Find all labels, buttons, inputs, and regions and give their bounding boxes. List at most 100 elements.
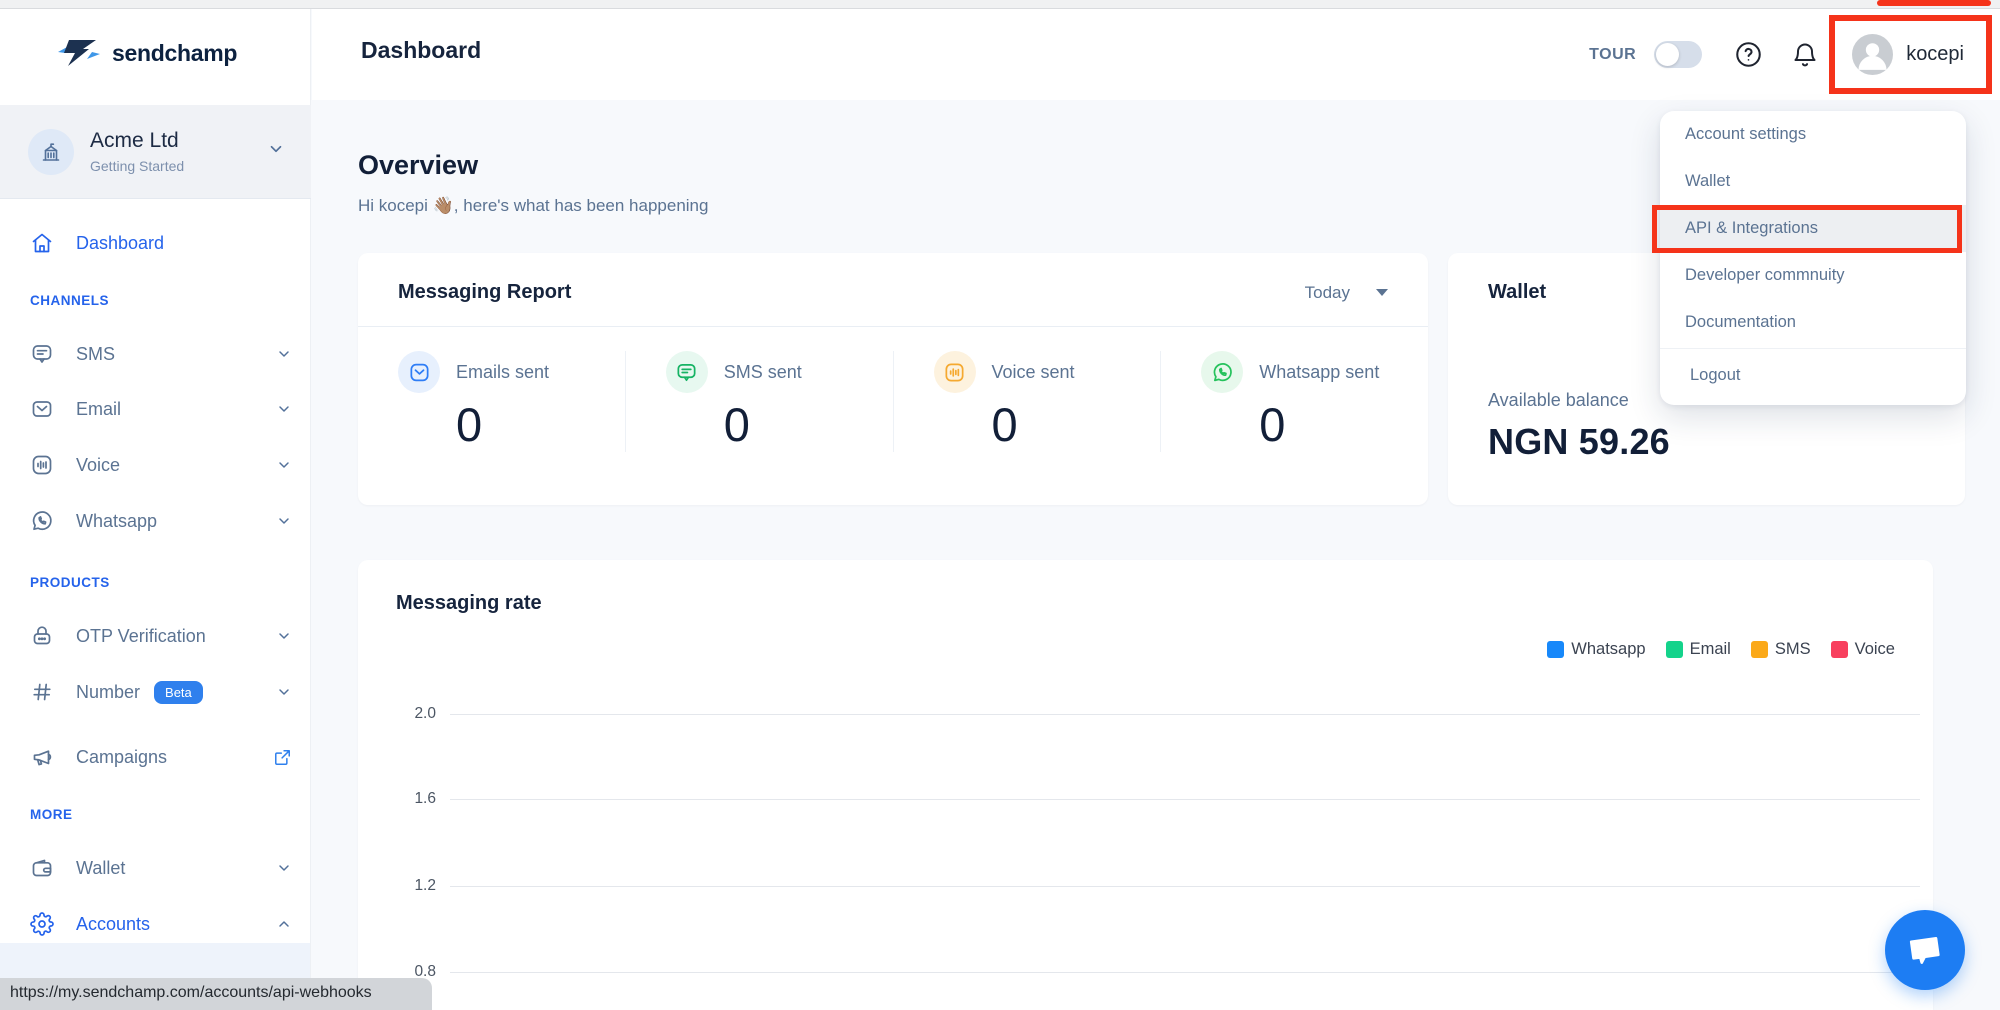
chevron-down-icon[interactable] (276, 860, 292, 876)
stat-emails-sent: Emails sent 0 (358, 351, 625, 452)
tour-toggle[interactable] (1654, 41, 1702, 68)
gridline-2-0: 2.0 (378, 705, 1920, 723)
chevron-down-icon[interactable] (276, 401, 292, 417)
sidebar-section-channels: CHANNELS (30, 293, 109, 308)
gridline-1-6: 1.6 (378, 790, 1920, 808)
sidebar-item-email[interactable]: Email (30, 389, 292, 429)
stat-value: 0 (1259, 397, 1428, 452)
stat-whatsapp-sent: Whatsapp sent 0 (1160, 351, 1428, 452)
sms-icon (30, 341, 56, 367)
sidebar-item-label: Dashboard (76, 233, 164, 254)
overview-title: Overview (358, 150, 478, 181)
sidebar-item-label: Whatsapp (76, 511, 157, 532)
stat-value: 0 (724, 397, 893, 452)
legend-whatsapp: Whatsapp (1547, 640, 1645, 659)
username: kocepi (1906, 43, 1964, 66)
chevron-down-icon[interactable] (276, 684, 292, 700)
period-value: Today (1305, 283, 1350, 303)
chevron-down-icon[interactable] (276, 513, 292, 529)
notifications-bell-icon[interactable] (1791, 41, 1819, 69)
user-menu-trigger[interactable]: kocepi (1829, 15, 1992, 94)
wallet-icon (30, 855, 56, 881)
menu-item-logout[interactable]: Logout (1660, 349, 1966, 401)
messaging-rate-title: Messaging rate (396, 592, 542, 615)
menu-item-api-integrations[interactable]: API & Integrations (1660, 205, 1966, 252)
messaging-report-card: Messaging Report Today Emails sent 0 SMS… (358, 253, 1428, 505)
org-subtitle: Getting Started (90, 158, 184, 174)
page-title: Dashboard (361, 37, 481, 64)
stat-value: 0 (992, 397, 1161, 452)
period-select[interactable]: Today (1305, 283, 1388, 303)
sidebar-item-label: Email (76, 399, 121, 420)
stat-label: Whatsapp sent (1259, 362, 1379, 383)
menu-item-documentation[interactable]: Documentation (1660, 299, 1966, 346)
sidebar-item-otp-verification[interactable]: OTP Verification (30, 616, 292, 656)
sidebar-item-dashboard[interactable]: Dashboard (30, 223, 292, 263)
sidebar-section-more: MORE (30, 807, 73, 822)
chevron-down-icon[interactable] (276, 346, 292, 362)
help-icon[interactable] (1734, 40, 1763, 69)
sidebar-item-campaigns[interactable]: Campaigns (30, 737, 292, 777)
sidebar-item-accounts[interactable]: Accounts (30, 904, 292, 944)
sidebar-item-label: Number (76, 682, 140, 703)
gridline-1-2: 1.2 (378, 877, 1920, 895)
sidebar-item-wallet[interactable]: Wallet (30, 848, 292, 888)
sendchamp-logo-icon (56, 35, 102, 71)
y-tick-label: 2.0 (378, 705, 436, 723)
sidebar-item-sms[interactable]: SMS (30, 334, 292, 374)
sms-stat-icon (666, 351, 708, 393)
messaging-rate-card: Messaging rate Whatsapp Email SMS Voice … (358, 560, 1933, 1010)
sidebar-item-whatsapp[interactable]: Whatsapp (30, 501, 292, 541)
sidebar-section-products: PRODUCTS (30, 575, 110, 590)
sidebar-item-label: Accounts (76, 914, 150, 935)
available-balance-value: NGN 59.26 (1488, 421, 1925, 463)
menu-item-wallet[interactable]: Wallet (1660, 158, 1966, 205)
avatar (1852, 34, 1893, 75)
chart-legend: Whatsapp Email SMS Voice (1547, 640, 1895, 659)
chevron-down-icon[interactable] (267, 140, 285, 163)
whatsapp-stat-icon (1201, 351, 1243, 393)
overview-subtitle: Hi kocepi 👋🏽, here's what has been happe… (358, 196, 708, 216)
legend-sms: SMS (1751, 640, 1811, 659)
stat-label: Emails sent (456, 362, 549, 383)
legend-swatch-whatsapp (1547, 641, 1564, 658)
legend-swatch-email (1666, 641, 1683, 658)
legend-swatch-voice (1831, 641, 1848, 658)
chevron-up-icon[interactable] (276, 916, 292, 932)
menu-item-account-settings[interactable]: Account settings (1660, 111, 1966, 158)
toggle-knob (1656, 43, 1679, 66)
brand-name: sendchamp (112, 40, 237, 67)
chat-bubble-icon (1902, 927, 1947, 972)
whatsapp-icon (30, 508, 56, 534)
stat-label: Voice sent (992, 362, 1075, 383)
sidebar-item-label: Voice (76, 455, 120, 476)
stat-label: SMS sent (724, 362, 802, 383)
home-icon (30, 230, 56, 256)
external-link-icon[interactable] (273, 748, 292, 767)
sidebar-item-number[interactable]: Number Beta (30, 672, 292, 712)
voice-stat-icon (934, 351, 976, 393)
org-switcher[interactable]: Acme Ltd Getting Started (0, 105, 311, 199)
sidebar-item-label: OTP Verification (76, 626, 206, 647)
email-icon (30, 396, 56, 422)
voice-icon (30, 452, 56, 478)
messaging-report-title: Messaging Report (398, 281, 571, 304)
legend-swatch-sms (1751, 641, 1768, 658)
hash-icon (30, 679, 56, 705)
sidebar-item-label: Campaigns (76, 747, 167, 768)
org-name: Acme Ltd (90, 129, 184, 153)
browser-chrome-strip (0, 0, 2000, 9)
legend-email: Email (1666, 640, 1731, 659)
y-tick-label: 1.6 (378, 790, 436, 808)
user-dropdown-menu: Account settings Wallet API & Integratio… (1660, 111, 1966, 405)
sidebar-item-voice[interactable]: Voice (30, 445, 292, 485)
chat-launcher-button[interactable] (1885, 910, 1965, 990)
brand-logo[interactable]: sendchamp (0, 9, 310, 97)
chevron-down-icon[interactable] (276, 628, 292, 644)
email-stat-icon (398, 351, 440, 393)
menu-item-developer-community[interactable]: Developer commnuity (1660, 252, 1966, 299)
legend-voice: Voice (1831, 640, 1895, 659)
org-building-icon (28, 129, 74, 175)
sidebar-submenu-highlight (0, 943, 310, 981)
chevron-down-icon[interactable] (276, 457, 292, 473)
